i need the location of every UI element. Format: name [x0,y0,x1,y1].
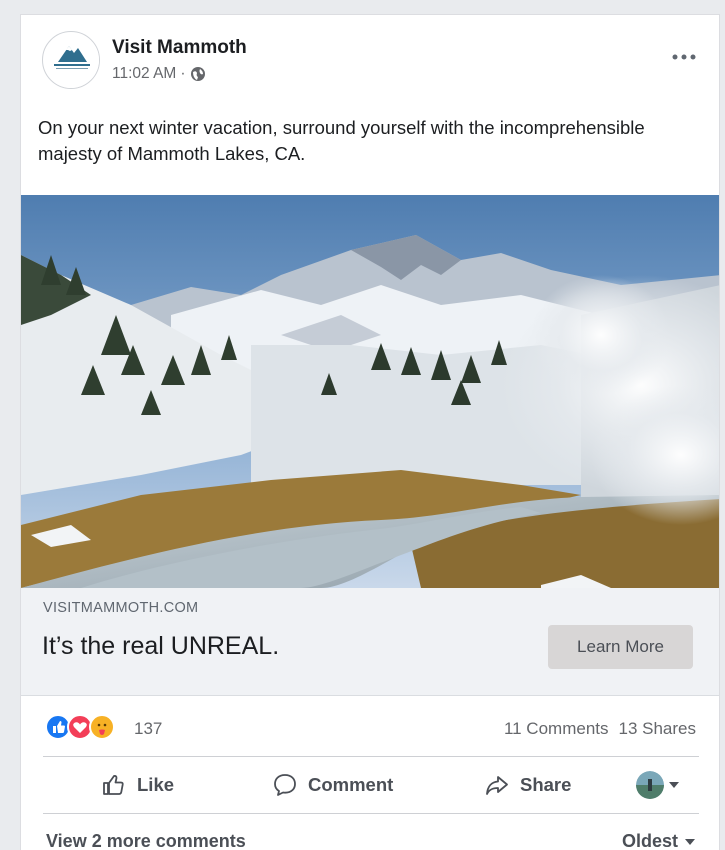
comment-label: Comment [308,774,394,795]
comments-bar: View 2 more comments Oldest [21,821,719,850]
post-meta: 11:02 AM · [112,65,206,83]
reaction-count[interactable]: 137 [134,719,162,739]
reaction-icons[interactable] [45,714,115,740]
post-header: Visit Mammoth 11:02 AM · [21,15,719,105]
sort-label: Oldest [621,831,678,850]
meta-separator: · [180,65,186,82]
view-more-comments-link[interactable]: View 2 more comments [46,831,246,850]
link-domain: VISITMAMMOTH.COM [43,600,199,616]
audience-selector[interactable] [636,771,680,799]
globe-icon [190,66,206,82]
learn-more-button[interactable]: Learn More [548,625,693,669]
comment-sort-dropdown[interactable]: Oldest [622,831,696,850]
like-label: Like [137,774,175,795]
thumbs-up-icon [103,775,124,795]
user-avatar [636,771,664,799]
more-icon [672,54,696,60]
engagement-counts: 11 Comments 13 Shares [504,719,696,739]
page-name[interactable]: Visit Mammoth [112,37,247,59]
share-button[interactable]: Share [484,765,571,805]
comment-icon [274,774,296,796]
reactions-summary: 137 11 Comments 13 Shares [21,705,719,755]
post-text: On your next winter vacation, surround y… [38,117,645,164]
post-card: Visit Mammoth 11:02 AM · On your next wi… [20,14,720,850]
share-icon [486,776,508,795]
care-reaction-icon [89,714,115,740]
like-button[interactable]: Like [101,765,174,805]
chevron-down-icon [685,838,695,845]
comment-button[interactable]: Comment [272,765,393,805]
link-preview[interactable]: VISITMAMMOTH.COM It’s the real UNREAL. L… [21,588,719,696]
post-time[interactable]: 11:02 AM [112,65,176,83]
divider [43,813,699,814]
comments-count[interactable]: 11 Comments [504,719,609,739]
link-headline[interactable]: It’s the real UNREAL. [42,632,279,661]
page-avatar[interactable] [42,31,100,89]
share-label: Share [520,774,572,795]
more-options-button[interactable] [667,45,701,69]
shares-count[interactable]: 13 Shares [619,719,697,739]
post-image[interactable] [21,195,719,588]
action-bar: Like Comment Share [21,757,719,813]
chevron-down-icon [669,782,679,788]
